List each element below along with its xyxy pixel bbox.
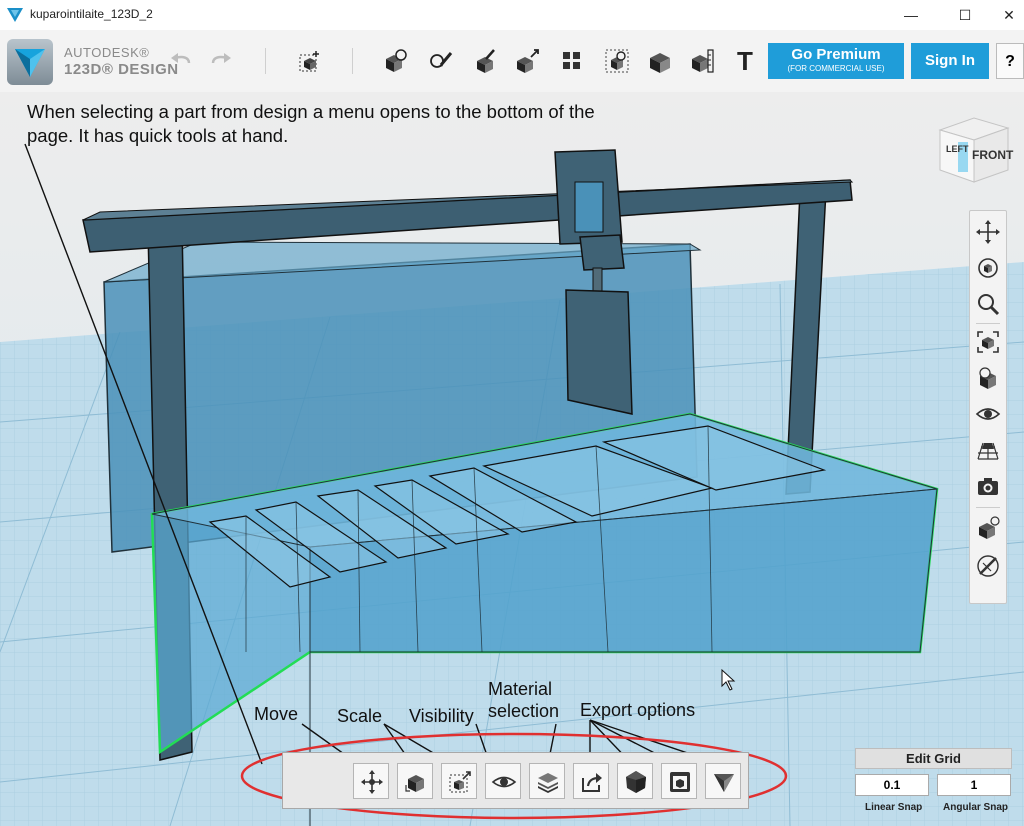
- label-visibility: Visibility: [409, 706, 474, 726]
- pan-icon[interactable]: [975, 219, 1001, 245]
- linear-snap-label: Linear Snap: [865, 802, 923, 813]
- linear-snap-field[interactable]: 0.1: [855, 774, 929, 796]
- eye-icon[interactable]: [975, 401, 1001, 427]
- brand-wordmark: AUTODESK® 123D® DESIGN: [64, 45, 179, 78]
- grouping-icon[interactable]: [603, 47, 631, 75]
- scale-uniform-button[interactable]: [441, 763, 477, 799]
- main-toolbar: AUTODESK® 123D® DESIGN T Go Premium (FOR…: [0, 30, 1024, 93]
- go-premium-button[interactable]: Go Premium (FOR COMMERCIAL USE): [768, 43, 904, 79]
- annotation-note: When selecting a part from design a menu…: [27, 101, 595, 146]
- polyhedron-icon: [626, 771, 646, 793]
- autodesk-logo-icon: [714, 774, 734, 792]
- fit-icon[interactable]: [975, 329, 1001, 355]
- title-bar: kuparointilaite_123D_2 — ☐ ✕: [0, 0, 1024, 30]
- view-cube-left-label: LEFT: [946, 144, 969, 154]
- angular-snap-field[interactable]: 1: [937, 774, 1011, 796]
- visibility-button[interactable]: [485, 763, 521, 799]
- help-button[interactable]: ?: [996, 43, 1024, 79]
- label-export-options: Export options: [580, 700, 696, 720]
- material-button[interactable]: [529, 763, 565, 799]
- export-123d-button[interactable]: [705, 763, 741, 799]
- 3d-viewport[interactable]: When selecting a part from design a menu…: [0, 92, 1024, 826]
- navigation-bar: [969, 210, 1007, 604]
- go-premium-sublabel: (FOR COMMERCIAL USE): [787, 64, 885, 73]
- eye-icon: [491, 776, 517, 788]
- label-scale: Scale: [337, 706, 383, 726]
- angular-snap-label: Angular Snap: [943, 802, 1009, 813]
- grid-view-icon[interactable]: [975, 437, 1001, 463]
- sketch-icon[interactable]: [427, 47, 455, 75]
- measure-icon[interactable]: [688, 47, 716, 75]
- go-premium-label: Go Premium: [791, 46, 881, 63]
- combine-icon[interactable]: [646, 47, 674, 75]
- view-cube-front-label: FRONT: [972, 148, 1014, 162]
- material-view-icon[interactable]: [975, 365, 1001, 391]
- minimize-button[interactable]: —: [888, 4, 934, 26]
- material-layers-icon: [538, 773, 558, 793]
- quick-tools-bar: [282, 752, 749, 809]
- export-mesh-button[interactable]: [617, 763, 653, 799]
- label-material-selection: Material selection: [488, 679, 560, 721]
- sign-in-button[interactable]: Sign In: [911, 43, 989, 79]
- export-button[interactable]: [573, 763, 609, 799]
- scale-icon: [405, 775, 424, 792]
- move-icon: [361, 770, 383, 794]
- label-move: Move: [254, 704, 299, 724]
- close-button[interactable]: ✕: [986, 4, 1024, 26]
- view-cube[interactable]: LEFT FRONT: [934, 114, 1014, 190]
- nav-divider: [976, 323, 1000, 324]
- undo-icon[interactable]: [167, 47, 195, 75]
- toolbar-divider: [352, 48, 353, 74]
- modify-icon[interactable]: [513, 47, 541, 75]
- text-tool-button[interactable]: T: [731, 47, 759, 75]
- window-title: kuparointilaite_123D_2: [30, 7, 153, 21]
- nav-divider: [976, 507, 1000, 508]
- app-menu-button[interactable]: [7, 39, 53, 85]
- construct-icon[interactable]: [472, 47, 500, 75]
- app-logo-icon: [7, 8, 23, 22]
- redo-icon[interactable]: [207, 47, 235, 75]
- scale-arrow-icon: [449, 771, 471, 793]
- edit-grid-button[interactable]: Edit Grid: [855, 748, 1012, 769]
- transform-icon[interactable]: [296, 47, 324, 75]
- export-icon: [582, 773, 602, 792]
- brand-line2: 123D® DESIGN: [64, 61, 179, 78]
- camera-icon[interactable]: [975, 473, 1001, 499]
- pattern-icon[interactable]: [558, 47, 586, 75]
- maximize-button[interactable]: ☐: [942, 4, 988, 26]
- edit-grid-panel: Edit Grid 0.1 1 Linear Snap Angular Snap: [855, 748, 1012, 818]
- orbit-icon[interactable]: [975, 255, 1001, 281]
- snap-icon[interactable]: [975, 553, 1001, 579]
- zoom-icon[interactable]: [975, 291, 1001, 317]
- logo-icon: [15, 49, 45, 77]
- export-print-button[interactable]: [661, 763, 697, 799]
- print-icon: [670, 772, 690, 792]
- brand-line1: AUTODESK®: [64, 45, 150, 60]
- toolbar-divider: [265, 48, 266, 74]
- move-button[interactable]: [353, 763, 389, 799]
- part-selection-icon[interactable]: [975, 515, 1001, 541]
- primitives-icon[interactable]: [382, 47, 410, 75]
- scale-button[interactable]: [397, 763, 433, 799]
